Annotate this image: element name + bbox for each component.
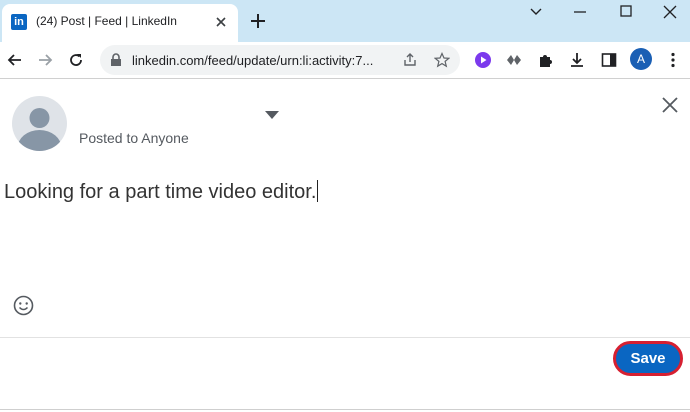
save-button[interactable]: Save xyxy=(613,341,683,376)
linkedin-favicon-icon: in xyxy=(11,14,27,30)
extensions-icon[interactable] xyxy=(537,51,555,69)
window-bottom-border xyxy=(0,409,690,410)
tab-close-icon[interactable] xyxy=(214,15,228,29)
share-icon[interactable] xyxy=(402,52,418,68)
forward-arrow-icon[interactable] xyxy=(36,51,54,69)
lock-icon[interactable] xyxy=(110,53,122,67)
star-icon[interactable] xyxy=(434,52,450,68)
back-arrow-icon[interactable] xyxy=(6,51,24,69)
play-extension-icon[interactable] xyxy=(474,51,492,69)
user-avatar xyxy=(12,96,67,151)
download-icon[interactable] xyxy=(568,51,586,69)
tab-search-chevron-icon[interactable] xyxy=(526,4,546,20)
emoji-icon[interactable] xyxy=(13,295,34,316)
address-bar[interactable]: linkedin.com/feed/update/urn:li:activity… xyxy=(100,45,460,75)
maximize-icon[interactable] xyxy=(616,4,636,20)
post-text[interactable]: Looking for a part time video editor. xyxy=(4,181,316,203)
side-panel-icon[interactable] xyxy=(600,51,618,69)
audience-dropdown-icon[interactable] xyxy=(264,110,280,120)
audience-label[interactable]: Posted to Anyone xyxy=(79,130,189,146)
tab-title: (24) Post | Feed | LinkedIn xyxy=(36,14,177,28)
browser-titlebar: in (24) Post | Feed | LinkedIn xyxy=(0,0,690,42)
reload-icon[interactable] xyxy=(67,51,85,69)
user-placeholder-icon xyxy=(17,108,62,151)
window-close-icon[interactable] xyxy=(660,4,680,20)
puzzle-extension-icon[interactable] xyxy=(505,51,523,69)
close-icon[interactable] xyxy=(661,96,679,114)
profile-avatar[interactable]: A xyxy=(630,48,652,70)
text-cursor xyxy=(317,180,319,202)
menu-kebab-icon[interactable] xyxy=(664,51,682,69)
footer-divider xyxy=(0,337,690,338)
minimize-icon[interactable] xyxy=(570,4,590,20)
new-tab-icon[interactable] xyxy=(248,11,268,31)
url-text[interactable]: linkedin.com/feed/update/urn:li:activity… xyxy=(132,53,373,68)
browser-toolbar: linkedin.com/feed/update/urn:li:activity… xyxy=(0,42,690,79)
post-text-editor[interactable]: Looking for a part time video editor. xyxy=(4,180,319,204)
browser-tab[interactable]: in (24) Post | Feed | LinkedIn xyxy=(2,4,238,42)
